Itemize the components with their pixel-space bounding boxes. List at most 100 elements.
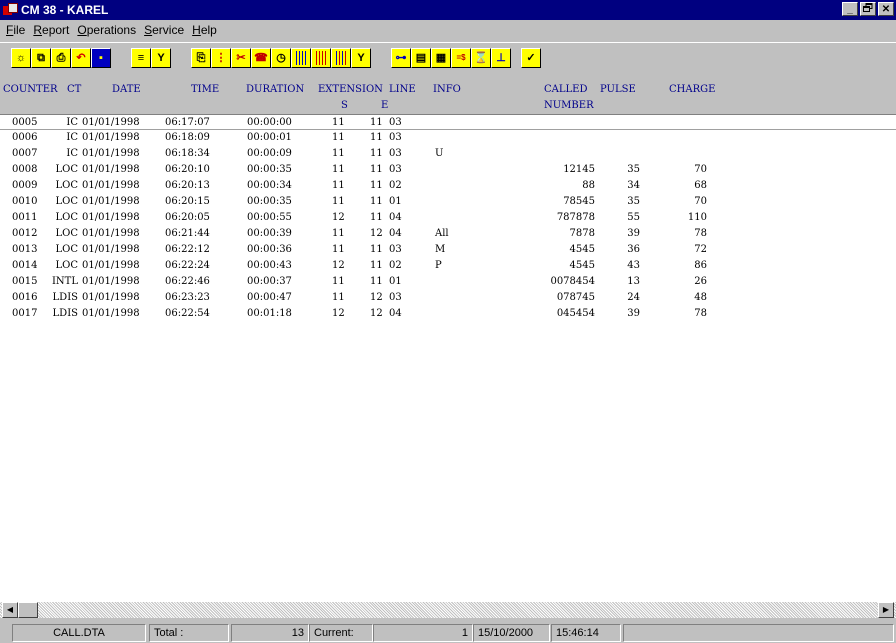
cell-duration: 00:00:47 <box>247 292 292 303</box>
cell-charge: 72 <box>694 244 707 255</box>
menu-operations[interactable]: Operations <box>73 23 140 37</box>
cell-pulse: 34 <box>627 180 640 191</box>
scroll-thumb[interactable] <box>18 602 38 618</box>
undo-button[interactable]: ↶ <box>71 48 91 68</box>
print-button[interactable]: ⎙ <box>51 48 71 68</box>
table-row[interactable]: 0014 LOC 01/01/1998 06:22:24 00:00:43 12 11 02 P… <box>0 258 896 274</box>
cell-ext: 11 <box>332 196 345 207</box>
chart-red-button[interactable] <box>311 48 331 68</box>
cell-called: 7878 <box>569 228 595 239</box>
table-row[interactable]: 0013 LOC 01/01/1998 06:22:12 00:00:36 11 11 03 M… <box>0 242 896 258</box>
table-row[interactable]: 0015 INTL 01/01/1998 06:22:46 00:00:37 11 11 01… <box>0 274 896 290</box>
table-row[interactable]: 0006 IC 01/01/1998 06:18:09 00:00:01 11 11 03 <box>0 130 896 146</box>
grid-rows: 0005 IC 01/01/1998 06:17:07 00:00:00 11 11 03 00… <box>0 115 896 322</box>
scroll-right-button[interactable]: ▶ <box>878 602 894 618</box>
table-row[interactable]: 0017 LDIS 01/01/1998 06:22:54 00:01:18 12 12 04… <box>0 306 896 322</box>
columns-button[interactable]: ⋮ <box>211 48 231 68</box>
cell-time: 06:20:10 <box>165 164 210 175</box>
cell-called: 4545 <box>569 260 595 271</box>
cell-ext: 12 <box>332 212 345 223</box>
network-button[interactable]: ⊥ <box>491 48 511 68</box>
cell-time: 06:21:44 <box>165 228 210 239</box>
header-charge[interactable]: CHARGE <box>669 84 715 95</box>
document-button[interactable]: ▤ <box>411 48 431 68</box>
cell-duration: 00:00:35 <box>247 164 292 175</box>
cell-pulse: 35 <box>627 196 640 207</box>
menu-bar: File Report Operations Service Help <box>0 20 896 40</box>
filter-button[interactable]: Y <box>151 48 171 68</box>
document-icon: ▤ <box>415 51 427 64</box>
cell-ext: 11 <box>332 276 345 287</box>
tools-button[interactable]: ✂ <box>231 48 251 68</box>
header-ct[interactable]: CT <box>67 84 81 95</box>
phone-button[interactable]: ☎ <box>251 48 271 68</box>
timer-icon: ◷ <box>276 51 286 64</box>
header-called[interactable]: CALLED <box>544 84 587 95</box>
chart-blue-button[interactable] <box>291 48 311 68</box>
menu-service[interactable]: Service <box>140 23 188 37</box>
hourglass-button[interactable]: ⌛ <box>471 48 491 68</box>
cell-time: 06:18:34 <box>165 148 210 159</box>
cell-time: 06:20:13 <box>165 180 210 191</box>
edit-filter-button[interactable]: Y <box>351 48 371 68</box>
cell-ct: LOC <box>55 196 79 207</box>
table-row[interactable]: 0009 LOC 01/01/1998 06:20:13 00:00:34 11 11 02 8… <box>0 178 896 194</box>
help-check-button[interactable]: ✓ <box>521 48 541 68</box>
arrow-left-icon: ◀ <box>6 605 14 614</box>
header-info[interactable]: INFO <box>433 84 461 95</box>
header-time[interactable]: TIME <box>191 84 219 95</box>
calculator-button[interactable]: ▦ <box>431 48 451 68</box>
table-row[interactable]: 0011 LOC 01/01/1998 06:20:05 00:00:55 12 11 04 7… <box>0 210 896 226</box>
timer-button[interactable]: ◷ <box>271 48 291 68</box>
cell-line-a: 12 <box>370 292 383 303</box>
file-copy-button[interactable]: ⎘ <box>191 48 211 68</box>
header-counter[interactable]: COUNTER <box>3 84 58 95</box>
list-button[interactable]: ≡ <box>131 48 151 68</box>
cell-ext: 11 <box>332 117 345 128</box>
chart-mixed-button[interactable] <box>331 48 351 68</box>
cell-counter: 0005 <box>12 117 38 128</box>
menu-file[interactable]: File <box>2 23 29 37</box>
menu-help[interactable]: Help <box>188 23 221 37</box>
exit-button[interactable]: ▪ <box>91 48 111 68</box>
connect-icon: ⊶ <box>395 51 407 64</box>
cell-duration: 00:00:00 <box>247 117 292 128</box>
cell-pulse: 35 <box>627 164 640 175</box>
header-pulse[interactable]: PULSE <box>600 84 636 95</box>
cell-line-a: 12 <box>370 228 383 239</box>
cell-ct: INTL <box>51 276 78 287</box>
table-row[interactable]: 0016 LDIS 01/01/1998 06:23:23 00:00:47 11 12 03… <box>0 290 896 306</box>
copy-icon: ⧉ <box>37 51 45 64</box>
copy-button[interactable]: ⧉ <box>31 48 51 68</box>
horizontal-scrollbar[interactable]: ◀ ▶ <box>0 602 896 618</box>
header-line[interactable]: LINE <box>389 84 416 95</box>
table-row[interactable]: 0007 IC 01/01/1998 06:18:34 00:00:09 11 11 03 U <box>0 146 896 162</box>
connect-button[interactable]: ⊶ <box>391 48 411 68</box>
call-records-grid[interactable]: COUNTER CT DATE TIME DURATION EXTENSION … <box>0 82 896 602</box>
table-row[interactable]: 0008 LOC 01/01/1998 06:20:10 00:00:35 11 11 03 1… <box>0 162 896 178</box>
minimize-button[interactable]: _ <box>842 2 858 16</box>
header-date[interactable]: DATE <box>112 84 141 95</box>
cell-ext: 11 <box>332 164 345 175</box>
table-row[interactable]: 0012 LOC 01/01/1998 06:21:44 00:00:39 11 12 04 A… <box>0 226 896 242</box>
cell-charge: 70 <box>694 196 707 207</box>
cell-counter: 0009 <box>12 180 38 191</box>
table-row[interactable]: 0005 IC 01/01/1998 06:17:07 00:00:00 11 11 03 <box>0 115 896 130</box>
close-button[interactable]: ✕ <box>878 2 894 16</box>
cell-date: 01/01/1998 <box>82 196 140 207</box>
tools-icon: ✂ <box>236 51 246 64</box>
scroll-left-button[interactable]: ◀ <box>2 602 18 618</box>
header-extension[interactable]: EXTENSION <box>318 84 383 95</box>
header-duration[interactable]: DURATION <box>246 84 304 95</box>
exchange-button[interactable]: =$ <box>451 48 471 68</box>
cell-date: 01/01/1998 <box>82 148 140 159</box>
undo-icon: ↶ <box>76 51 86 64</box>
cell-duration: 00:00:34 <box>247 180 292 191</box>
restore-button[interactable] <box>860 2 876 16</box>
menu-report[interactable]: Report <box>29 23 73 37</box>
table-row[interactable]: 0010 LOC 01/01/1998 06:20:15 00:00:35 11 11 01 7… <box>0 194 896 210</box>
cell-line-b: 01 <box>389 196 402 207</box>
cell-time: 06:22:12 <box>165 244 210 255</box>
new-report-button[interactable]: ☼ <box>11 48 31 68</box>
exchange-rate-icon: =$ <box>456 53 466 62</box>
